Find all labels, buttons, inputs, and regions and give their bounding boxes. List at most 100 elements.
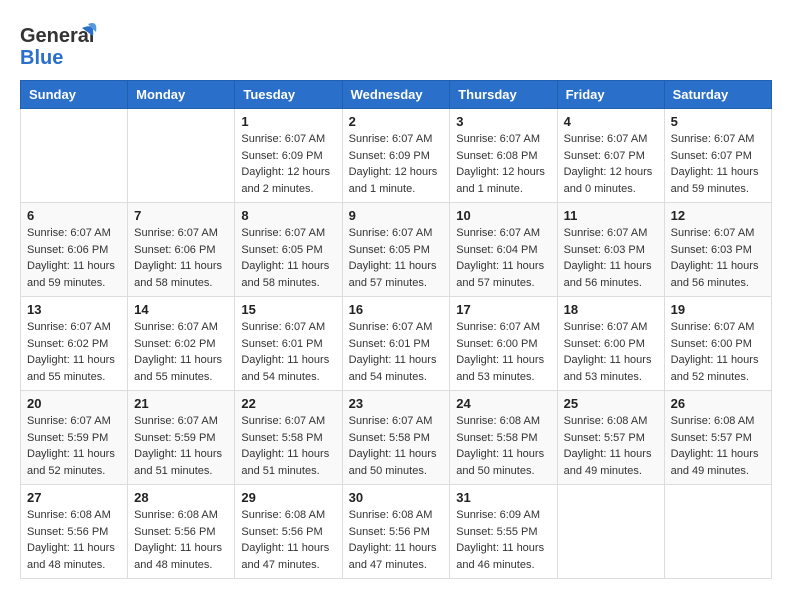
calendar-week-row: 6 Sunrise: 6:07 AM Sunset: 6:06 PM Daylig… xyxy=(21,203,772,297)
day-info: Sunrise: 6:07 AM Sunset: 6:00 PM Dayligh… xyxy=(671,319,765,385)
calendar-cell: 11 Sunrise: 6:07 AM Sunset: 6:03 PM Dayli… xyxy=(557,203,664,297)
day-number: 7 xyxy=(134,208,228,223)
day-info: Sunrise: 6:07 AM Sunset: 6:05 PM Dayligh… xyxy=(349,225,444,291)
calendar-cell: 19Sunrise: 6:07 AM Sunset: 6:00 PM Dayli… xyxy=(664,297,771,391)
day-number: 16 xyxy=(349,302,444,317)
calendar-cell: 29 Sunrise: 6:08 AM Sunset: 5:56 PM Dayli… xyxy=(235,485,342,579)
day-info: Sunrise: 6:07 AM Sunset: 6:06 PM Dayligh… xyxy=(134,225,228,291)
calendar-cell: 20Sunrise: 6:07 AM Sunset: 5:59 PM Dayli… xyxy=(21,391,128,485)
logo-icon: GeneralBlue xyxy=(20,20,100,70)
day-info: Sunrise: 6:07 AM Sunset: 6:05 PM Dayligh… xyxy=(241,225,335,291)
day-info: Sunrise: 6:08 AM Sunset: 5:56 PM Dayligh… xyxy=(349,507,444,573)
calendar-cell: 6 Sunrise: 6:07 AM Sunset: 6:06 PM Daylig… xyxy=(21,203,128,297)
day-number: 18 xyxy=(564,302,658,317)
calendar-cell: 8 Sunrise: 6:07 AM Sunset: 6:05 PM Daylig… xyxy=(235,203,342,297)
column-header-wednesday: Wednesday xyxy=(342,81,450,109)
day-info: Sunrise: 6:07 AM Sunset: 5:59 PM Dayligh… xyxy=(27,413,121,479)
column-header-saturday: Saturday xyxy=(664,81,771,109)
column-header-monday: Monday xyxy=(128,81,235,109)
day-info: Sunrise: 6:07 AM Sunset: 6:09 PM Dayligh… xyxy=(349,131,444,197)
calendar-cell: 2 Sunrise: 6:07 AM Sunset: 6:09 PM Daylig… xyxy=(342,109,450,203)
day-number: 6 xyxy=(27,208,121,223)
calendar-cell xyxy=(128,109,235,203)
calendar-cell xyxy=(664,485,771,579)
calendar-week-row: 20Sunrise: 6:07 AM Sunset: 5:59 PM Dayli… xyxy=(21,391,772,485)
day-number: 26 xyxy=(671,396,765,411)
day-number: 15 xyxy=(241,302,335,317)
day-info: Sunrise: 6:07 AM Sunset: 6:04 PM Dayligh… xyxy=(456,225,550,291)
calendar-cell: 9 Sunrise: 6:07 AM Sunset: 6:05 PM Daylig… xyxy=(342,203,450,297)
calendar-cell: 3 Sunrise: 6:07 AM Sunset: 6:08 PM Daylig… xyxy=(450,109,557,203)
day-info: Sunrise: 6:07 AM Sunset: 6:06 PM Dayligh… xyxy=(27,225,121,291)
logo: GeneralBlue xyxy=(20,20,102,70)
day-info: Sunrise: 6:07 AM Sunset: 6:01 PM Dayligh… xyxy=(241,319,335,385)
day-number: 25 xyxy=(564,396,658,411)
calendar-cell: 14 Sunrise: 6:07 AM Sunset: 6:02 PM Dayli… xyxy=(128,297,235,391)
calendar-header-row: SundayMondayTuesdayWednesdayThursdayFrid… xyxy=(21,81,772,109)
day-number: 24 xyxy=(456,396,550,411)
day-number: 23 xyxy=(349,396,444,411)
day-number: 14 xyxy=(134,302,228,317)
day-info: Sunrise: 6:08 AM Sunset: 5:58 PM Dayligh… xyxy=(456,413,550,479)
calendar-cell: 15 Sunrise: 6:07 AM Sunset: 6:01 PM Dayli… xyxy=(235,297,342,391)
calendar-cell: 5 Sunrise: 6:07 AM Sunset: 6:07 PM Daylig… xyxy=(664,109,771,203)
day-number: 31 xyxy=(456,490,550,505)
day-number: 8 xyxy=(241,208,335,223)
day-info: Sunrise: 6:07 AM Sunset: 6:03 PM Dayligh… xyxy=(671,225,765,291)
day-number: 28 xyxy=(134,490,228,505)
calendar-cell xyxy=(21,109,128,203)
day-info: Sunrise: 6:07 AM Sunset: 6:00 PM Dayligh… xyxy=(456,319,550,385)
svg-text:Blue: Blue xyxy=(20,47,63,69)
day-info: Sunrise: 6:07 AM Sunset: 5:58 PM Dayligh… xyxy=(241,413,335,479)
calendar-cell: 17 Sunrise: 6:07 AM Sunset: 6:00 PM Dayli… xyxy=(450,297,557,391)
day-number: 17 xyxy=(456,302,550,317)
calendar-cell: 24 Sunrise: 6:08 AM Sunset: 5:58 PM Dayli… xyxy=(450,391,557,485)
day-number: 29 xyxy=(241,490,335,505)
day-number: 27 xyxy=(27,490,121,505)
day-info: Sunrise: 6:07 AM Sunset: 6:03 PM Dayligh… xyxy=(564,225,658,291)
day-number: 5 xyxy=(671,114,765,129)
calendar-cell: 4Sunrise: 6:07 AM Sunset: 6:07 PM Daylig… xyxy=(557,109,664,203)
day-number: 9 xyxy=(349,208,444,223)
calendar-week-row: 13 Sunrise: 6:07 AM Sunset: 6:02 PM Dayli… xyxy=(21,297,772,391)
day-number: 22 xyxy=(241,396,335,411)
day-info: Sunrise: 6:08 AM Sunset: 5:57 PM Dayligh… xyxy=(671,413,765,479)
day-info: Sunrise: 6:07 AM Sunset: 6:07 PM Dayligh… xyxy=(671,131,765,197)
calendar-cell: 26 Sunrise: 6:08 AM Sunset: 5:57 PM Dayli… xyxy=(664,391,771,485)
calendar-cell: 25 Sunrise: 6:08 AM Sunset: 5:57 PM Dayli… xyxy=(557,391,664,485)
day-number: 21 xyxy=(134,396,228,411)
day-info: Sunrise: 6:07 AM Sunset: 6:02 PM Dayligh… xyxy=(134,319,228,385)
page-header: GeneralBlue xyxy=(20,20,772,70)
calendar-cell: 21Sunrise: 6:07 AM Sunset: 5:59 PM Dayli… xyxy=(128,391,235,485)
day-info: Sunrise: 6:07 AM Sunset: 6:08 PM Dayligh… xyxy=(456,131,550,197)
day-info: Sunrise: 6:07 AM Sunset: 5:58 PM Dayligh… xyxy=(349,413,444,479)
day-info: Sunrise: 6:09 AM Sunset: 5:55 PM Dayligh… xyxy=(456,507,550,573)
calendar: SundayMondayTuesdayWednesdayThursdayFrid… xyxy=(20,80,772,579)
calendar-cell: 13 Sunrise: 6:07 AM Sunset: 6:02 PM Dayli… xyxy=(21,297,128,391)
day-info: Sunrise: 6:08 AM Sunset: 5:57 PM Dayligh… xyxy=(564,413,658,479)
column-header-tuesday: Tuesday xyxy=(235,81,342,109)
calendar-cell: 7 Sunrise: 6:07 AM Sunset: 6:06 PM Daylig… xyxy=(128,203,235,297)
day-info: Sunrise: 6:08 AM Sunset: 5:56 PM Dayligh… xyxy=(134,507,228,573)
calendar-cell: 18Sunrise: 6:07 AM Sunset: 6:00 PM Dayli… xyxy=(557,297,664,391)
calendar-cell: 10 Sunrise: 6:07 AM Sunset: 6:04 PM Dayli… xyxy=(450,203,557,297)
day-number: 1 xyxy=(241,114,335,129)
calendar-cell: 12 Sunrise: 6:07 AM Sunset: 6:03 PM Dayli… xyxy=(664,203,771,297)
day-number: 11 xyxy=(564,208,658,223)
day-info: Sunrise: 6:08 AM Sunset: 5:56 PM Dayligh… xyxy=(241,507,335,573)
calendar-cell: 30Sunrise: 6:08 AM Sunset: 5:56 PM Dayli… xyxy=(342,485,450,579)
day-number: 3 xyxy=(456,114,550,129)
day-number: 10 xyxy=(456,208,550,223)
calendar-cell xyxy=(557,485,664,579)
calendar-cell: 31 Sunrise: 6:09 AM Sunset: 5:55 PM Dayli… xyxy=(450,485,557,579)
day-number: 13 xyxy=(27,302,121,317)
calendar-cell: 27Sunrise: 6:08 AM Sunset: 5:56 PM Dayli… xyxy=(21,485,128,579)
day-number: 12 xyxy=(671,208,765,223)
calendar-week-row: 1 Sunrise: 6:07 AM Sunset: 6:09 PM Daylig… xyxy=(21,109,772,203)
calendar-cell: 16Sunrise: 6:07 AM Sunset: 6:01 PM Dayli… xyxy=(342,297,450,391)
calendar-cell: 28 Sunrise: 6:08 AM Sunset: 5:56 PM Dayli… xyxy=(128,485,235,579)
day-info: Sunrise: 6:07 AM Sunset: 6:02 PM Dayligh… xyxy=(27,319,121,385)
day-number: 2 xyxy=(349,114,444,129)
day-info: Sunrise: 6:07 AM Sunset: 6:09 PM Dayligh… xyxy=(241,131,335,197)
day-number: 4 xyxy=(564,114,658,129)
